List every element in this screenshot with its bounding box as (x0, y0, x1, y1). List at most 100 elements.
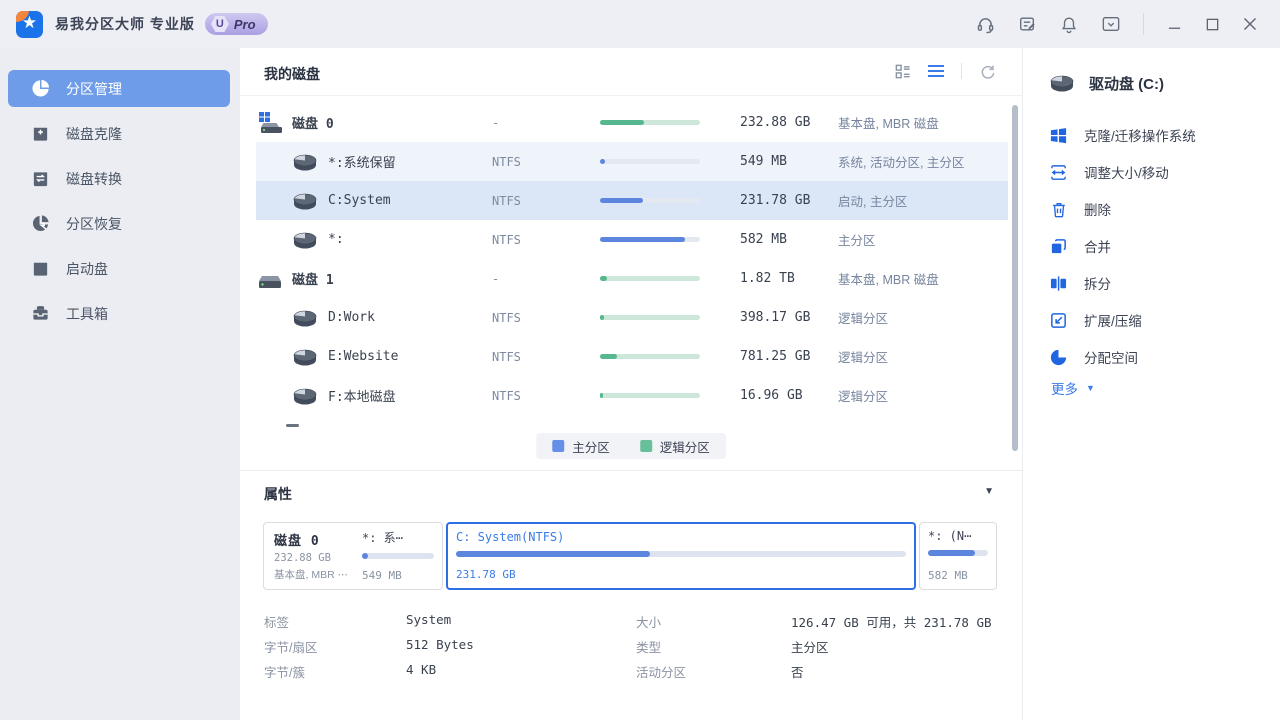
view-separator (961, 63, 962, 79)
minimize-button[interactable] (1166, 16, 1182, 32)
row-filesystem: - (492, 103, 499, 142)
block-label: *: 系⋯ (362, 529, 434, 546)
partition-icon (292, 191, 318, 211)
diskmap-disk-info[interactable]: 磁盘 0232.88 GB基本盘, MBR ⋯ (264, 523, 354, 589)
row-filesystem: NTFS (492, 337, 521, 376)
op-item-6[interactable]: 分配空间 (1049, 347, 1138, 367)
row-filesystem: NTFS (492, 298, 521, 337)
op-item-4[interactable]: 拆分 (1049, 273, 1111, 293)
op-item-1[interactable]: 调整大小/移动 (1049, 162, 1169, 182)
partition-icon (292, 347, 318, 367)
headset-icon[interactable] (975, 14, 995, 34)
diskmap-block-2[interactable]: *: (N⋯582 MB (920, 523, 996, 589)
properties-title: 属性 (264, 484, 292, 504)
table-row-C:System[interactable]: C:SystemNTFS231.78 GB启动, 主分区 (256, 181, 1008, 220)
op-item-3[interactable]: 合并 (1049, 236, 1111, 256)
partition-icon (292, 386, 318, 406)
maximize-button[interactable] (1204, 16, 1220, 32)
app-logo-icon: ★ (16, 11, 43, 38)
field-value: System (406, 612, 451, 627)
page-title: 我的磁盘 (264, 64, 320, 84)
dropdown-icon[interactable] (1101, 14, 1121, 34)
list-view-icon[interactable] (927, 62, 945, 80)
sidebar-item-2[interactable]: 磁盘转换 (8, 160, 230, 197)
pro-badge: U Pro (205, 13, 268, 35)
row-name: D:Work (328, 310, 375, 325)
operations-panel: 驱动盘 (C:) 克隆/迁移操作系统调整大小/移动删除合并拆分扩展/压缩分配空间… (1022, 48, 1280, 720)
op-item-label: 分配空间 (1084, 347, 1138, 367)
op-item-label: 调整大小/移动 (1084, 162, 1169, 182)
disk-table: 磁盘 0-232.88 GB基本盘, MBR 磁盘*:系统保留NTFS549 M… (256, 103, 1008, 415)
partition-icon (292, 308, 318, 328)
collapse-arrow-icon[interactable]: ▼ (984, 486, 994, 497)
sidebar-item-3[interactable]: 分区恢复 (8, 205, 230, 242)
close-button[interactable] (1242, 16, 1258, 32)
op-item-label: 合并 (1084, 236, 1111, 256)
table-row-磁盘 1[interactable]: 磁盘 1-1.82 TB基本盘, MBR 磁盘 (256, 259, 1008, 298)
usage-bar (600, 237, 700, 242)
left-sidebar: 分区管理磁盘克隆磁盘转换分区恢复启动盘工具箱 (0, 48, 240, 720)
boot-disk-icon (30, 259, 50, 279)
row-filesystem: NTFS (492, 181, 521, 220)
table-row-*:[interactable]: *:NTFS582 MB主分区 (256, 220, 1008, 259)
diskmap-block-0[interactable]: *: 系⋯ 549 MB (354, 523, 442, 589)
property-field: 字节/扇区512 Bytes (264, 633, 624, 658)
property-field: 大小126.47 GB 可用，共 231.78 GB (636, 608, 1008, 633)
titlebar-separator (1143, 13, 1144, 35)
extend-shrink-icon (1049, 311, 1068, 330)
sidebar-item-5[interactable]: 工具箱 (8, 295, 230, 332)
table-row-F:本地磁盘[interactable]: F:本地磁盘NTFS16.96 GB逻辑分区 (256, 376, 1008, 415)
op-item-5[interactable]: 扩展/压缩 (1049, 310, 1142, 330)
bell-icon[interactable] (1059, 14, 1079, 34)
feedback-icon[interactable] (1017, 14, 1037, 34)
op-item-0[interactable]: 克隆/迁移操作系统 (1049, 125, 1196, 145)
field-label: 字节/扇区 (264, 637, 317, 656)
vertical-scrollbar[interactable] (1012, 105, 1018, 451)
op-item-label: 克隆/迁移操作系统 (1084, 125, 1196, 145)
legend-swatch (552, 440, 564, 452)
disk-convert-icon (30, 169, 50, 189)
fields-right-column: 大小126.47 GB 可用，共 231.78 GB类型主分区活动分区否 (636, 608, 1008, 683)
sidebar-item-1[interactable]: 磁盘克隆 (8, 115, 230, 152)
table-row-E:Website[interactable]: E:Website NTFS 781.25 GB 逻辑分区 (256, 337, 1008, 376)
property-field: 活动分区否 (636, 658, 1008, 683)
sidebar-item-label: 启动盘 (66, 259, 108, 279)
row-filesystem: NTFS (492, 376, 521, 415)
field-value: 否 (791, 662, 804, 681)
usage-bar (600, 354, 700, 359)
op-item-label: 扩展/压缩 (1084, 310, 1142, 330)
diskmap-right-group: *: (N⋯582 MB (919, 522, 997, 590)
selected-drive-label: 驱动盘 (C:) (1089, 73, 1164, 94)
row-name: *: (328, 232, 344, 247)
merge-icon (1049, 237, 1068, 256)
header-divider (240, 95, 1022, 96)
row-size: 398.17 GB (740, 298, 810, 337)
field-label: 标签 (264, 612, 289, 631)
row-size: 781.25 GB (740, 337, 810, 376)
op-item-2[interactable]: 删除 (1049, 199, 1111, 219)
legend-item: 主分区 (552, 437, 610, 456)
row-type: 逻辑分区 (838, 376, 888, 415)
more-button[interactable]: 更多▼ (1051, 378, 1095, 398)
grid-view-icon[interactable] (893, 62, 911, 80)
block-usage-bar (928, 550, 988, 556)
usage-bar (600, 159, 700, 164)
refresh-icon[interactable] (978, 62, 996, 80)
row-type: 基本盘, MBR 磁盘 (838, 103, 939, 142)
table-row-磁盘 0[interactable]: 磁盘 0-232.88 GB基本盘, MBR 磁盘 (256, 103, 1008, 142)
sidebar-item-0[interactable]: 分区管理 (8, 70, 230, 107)
usage-bar (600, 198, 700, 203)
row-type: 逻辑分区 (838, 337, 888, 376)
property-field: 标签 System (264, 608, 624, 633)
field-value: 4 KB (406, 662, 436, 677)
table-row-D:Work[interactable]: D:WorkNTFS398.17 GB逻辑分区 (256, 298, 1008, 337)
windows-logo-icon (1049, 126, 1068, 145)
row-size: 582 MB (740, 220, 787, 259)
sidebar-item-4[interactable]: 启动盘 (8, 250, 230, 287)
row-name: E:Website (328, 349, 398, 364)
sidebar-item-label: 分区恢复 (66, 214, 122, 234)
table-row-*:系统保留[interactable]: *:系统保留NTFS549 MB系统, 活动分区, 主分区 (256, 142, 1008, 181)
pie-icon (30, 79, 50, 99)
block-size: 549 MB (362, 569, 402, 582)
diskmap-block-1[interactable]: C: System(NTFS)231.78 GB (446, 522, 916, 590)
